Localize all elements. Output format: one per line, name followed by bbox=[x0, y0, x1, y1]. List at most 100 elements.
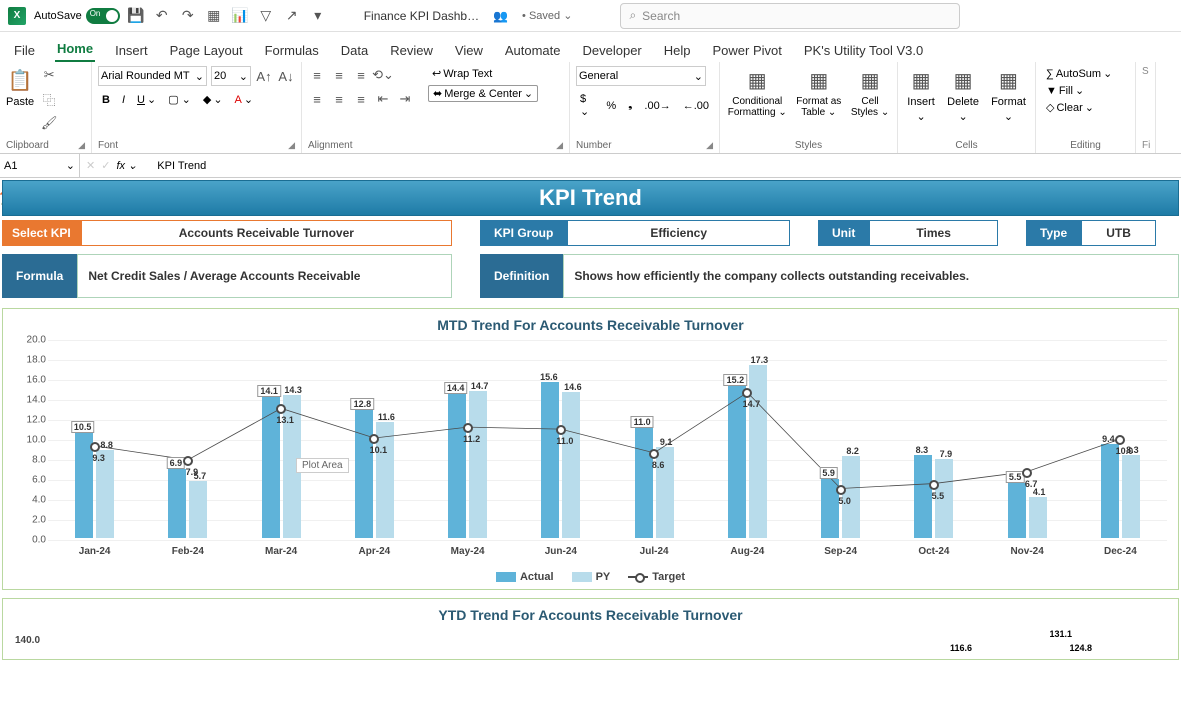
percent-button[interactable]: % bbox=[602, 99, 620, 113]
merge-icon: ⬌ bbox=[433, 87, 442, 100]
bar-py bbox=[656, 447, 674, 538]
legend-py: PY bbox=[596, 571, 611, 583]
clear-button[interactable]: ◇Clear ⌄ bbox=[1042, 100, 1098, 115]
tab-home[interactable]: Home bbox=[55, 37, 95, 62]
toggle-switch-icon[interactable]: On bbox=[86, 8, 120, 24]
increase-decimal-button[interactable]: .00→ bbox=[640, 99, 674, 113]
unit-label: Unit bbox=[818, 220, 869, 246]
ytd-ytick: 140.0 bbox=[15, 635, 40, 646]
search-box[interactable]: ⌕ Search bbox=[620, 3, 960, 29]
x-axis-label: Sep-24 bbox=[794, 542, 887, 564]
bold-button[interactable]: B bbox=[98, 93, 114, 107]
group-overflow: SFi bbox=[1136, 62, 1156, 153]
underline-button[interactable]: U ⌄ bbox=[133, 92, 160, 107]
format-as-table-button[interactable]: ▦Format asTable ⌄ bbox=[796, 66, 841, 118]
paste-button[interactable]: 📋 Paste bbox=[6, 66, 34, 108]
cell-styles-button[interactable]: ▦CellStyles ⌄ bbox=[851, 66, 889, 118]
align-left-icon[interactable]: ≡ bbox=[308, 90, 326, 108]
chart-icon[interactable]: 📊 bbox=[232, 8, 248, 24]
share-qat-icon[interactable]: ↗ bbox=[284, 8, 300, 24]
save-icon[interactable]: 💾 bbox=[128, 8, 144, 24]
format-cells-button[interactable]: ▦Format⌄ bbox=[991, 66, 1026, 123]
orientation-icon[interactable]: ⟲⌄ bbox=[374, 66, 392, 84]
ytd-label-2: 131.1 bbox=[1049, 629, 1072, 639]
x-axis-label: Apr-24 bbox=[328, 542, 421, 564]
increase-font-icon[interactable]: A↑ bbox=[255, 67, 273, 85]
decrease-indent-icon[interactable]: ⇤ bbox=[374, 90, 392, 108]
bar-actual bbox=[75, 433, 93, 538]
fill-button[interactable]: ▼Fill ⌄ bbox=[1042, 83, 1088, 98]
autosave-toggle[interactable]: AutoSave On bbox=[34, 8, 120, 24]
undo-icon[interactable]: ↶ bbox=[154, 8, 170, 24]
ribbon: 📋 Paste ✂ ⿻ 🖌 Clipboard◢ Arial Rounded M… bbox=[0, 62, 1181, 154]
x-axis-label: May-24 bbox=[421, 542, 514, 564]
bar-actual bbox=[168, 469, 186, 538]
bar-py bbox=[376, 422, 394, 538]
filter-icon[interactable]: ▽ bbox=[258, 8, 274, 24]
legend-target: Target bbox=[652, 571, 685, 583]
clipboard-launcher-icon[interactable]: ◢ bbox=[78, 140, 85, 151]
tab-view[interactable]: View bbox=[453, 39, 485, 62]
align-bottom-icon[interactable]: ≡ bbox=[352, 66, 370, 84]
tab-review[interactable]: Review bbox=[388, 39, 435, 62]
formula-value[interactable]: KPI Trend bbox=[157, 160, 206, 172]
font-name-combo[interactable]: Arial Rounded MT⌄ bbox=[98, 66, 207, 86]
cancel-formula-icon[interactable]: ✕ bbox=[86, 159, 95, 172]
tab-help[interactable]: Help bbox=[662, 39, 693, 62]
tab-formulas[interactable]: Formulas bbox=[263, 39, 321, 62]
wrap-text-button[interactable]: ↩Wrap Text bbox=[428, 66, 538, 81]
alignment-launcher-icon[interactable]: ◢ bbox=[556, 140, 563, 151]
name-box[interactable]: A1⌄ bbox=[0, 154, 80, 177]
worksheet[interactable]: 🏠 KPI Trend Select KPI Accounts Receivab… bbox=[0, 180, 1181, 660]
decrease-font-icon[interactable]: A↓ bbox=[277, 67, 295, 85]
tab-power-pivot[interactable]: Power Pivot bbox=[711, 39, 784, 62]
x-axis-label: Aug-24 bbox=[701, 542, 794, 564]
fill-color-button[interactable]: ◆ ⌄ bbox=[199, 92, 227, 107]
delete-cells-button[interactable]: ▦Delete⌄ bbox=[947, 66, 979, 123]
tab-file[interactable]: File bbox=[12, 39, 37, 62]
font-launcher-icon[interactable]: ◢ bbox=[288, 140, 295, 151]
fx-icon[interactable]: fx ⌄ bbox=[116, 159, 137, 172]
tab-automate[interactable]: Automate bbox=[503, 39, 563, 62]
tab-insert[interactable]: Insert bbox=[113, 39, 150, 62]
qat-dropdown-icon[interactable]: ▾ bbox=[310, 8, 326, 24]
tab-data[interactable]: Data bbox=[339, 39, 370, 62]
insert-cells-button[interactable]: ▦Insert⌄ bbox=[907, 66, 935, 123]
border-button[interactable]: ▢ ⌄ bbox=[164, 92, 195, 107]
tab-developer[interactable]: Developer bbox=[581, 39, 644, 62]
copy-icon[interactable]: ⿻ bbox=[40, 90, 58, 108]
conditional-formatting-button[interactable]: ▦ConditionalFormatting ⌄ bbox=[728, 66, 787, 118]
autosum-button[interactable]: ∑AutoSum ⌄ bbox=[1042, 66, 1116, 81]
align-top-icon[interactable]: ≡ bbox=[308, 66, 326, 84]
y-tick: 2.0 bbox=[32, 515, 46, 526]
redo-icon[interactable]: ↷ bbox=[180, 8, 196, 24]
cut-icon[interactable]: ✂ bbox=[40, 66, 58, 84]
number-format-combo[interactable]: General⌄ bbox=[576, 66, 706, 86]
share-indicator-icon: 👥 bbox=[493, 9, 508, 23]
ytd-chart[interactable]: YTD Trend For Accounts Receivable Turnov… bbox=[2, 598, 1179, 660]
formula-bar: A1⌄ ✕ ✓ fx ⌄ KPI Trend bbox=[0, 154, 1181, 178]
merge-center-button[interactable]: ⬌Merge & Center ⌄ bbox=[428, 85, 538, 102]
format-painter-icon[interactable]: 🖌 bbox=[40, 114, 58, 132]
comma-button[interactable]: ❟ bbox=[624, 98, 636, 113]
align-middle-icon[interactable]: ≡ bbox=[330, 66, 348, 84]
select-kpi-value[interactable]: Accounts Receivable Turnover bbox=[81, 220, 452, 246]
align-center-icon[interactable]: ≡ bbox=[330, 90, 348, 108]
currency-button[interactable]: $ ⌄ bbox=[576, 92, 598, 119]
tab-page-layout[interactable]: Page Layout bbox=[168, 39, 245, 62]
bar-py bbox=[749, 365, 767, 538]
font-size-combo[interactable]: 20⌄ bbox=[211, 66, 251, 86]
grid-icon[interactable]: ▦ bbox=[206, 8, 222, 24]
mtd-chart[interactable]: MTD Trend For Accounts Receivable Turnov… bbox=[2, 308, 1179, 590]
increase-indent-icon[interactable]: ⇥ bbox=[396, 90, 414, 108]
align-right-icon[interactable]: ≡ bbox=[352, 90, 370, 108]
tab-utility[interactable]: PK's Utility Tool V3.0 bbox=[802, 39, 925, 62]
file-name[interactable]: Finance KPI Dashb… bbox=[364, 9, 479, 23]
saved-status[interactable]: • Saved ⌄ bbox=[522, 9, 572, 22]
number-launcher-icon[interactable]: ◢ bbox=[706, 140, 713, 151]
bar-actual bbox=[448, 394, 466, 538]
accept-formula-icon[interactable]: ✓ bbox=[101, 159, 110, 172]
decrease-decimal-button[interactable]: ←.00 bbox=[679, 99, 713, 113]
italic-button[interactable]: I bbox=[118, 93, 129, 107]
font-color-button[interactable]: A ⌄ bbox=[231, 92, 258, 107]
